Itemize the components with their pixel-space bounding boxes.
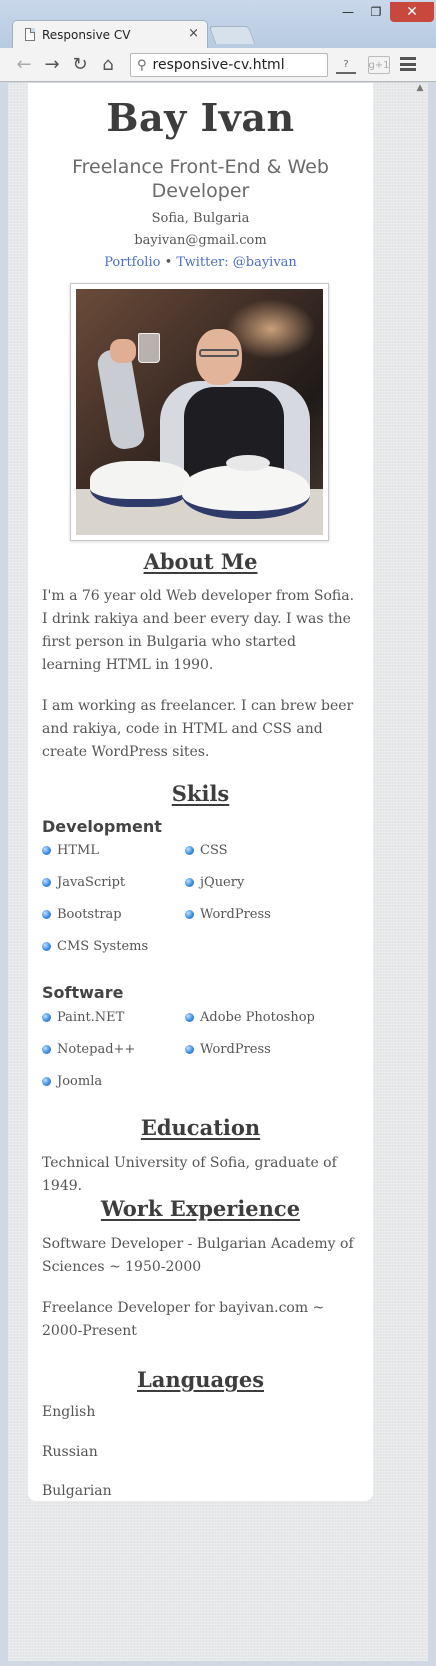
twitter-link[interactable]: Twitter: @bayivan <box>176 255 296 270</box>
skill-item: jQuery <box>185 875 325 890</box>
bullet-icon <box>42 1045 51 1054</box>
browser-toolbar: ← → ↻ ⌂ ⚲ responsive-cv.html ? g+1 <box>0 48 436 82</box>
help-extension-icon[interactable]: ? <box>336 56 356 74</box>
language-item: Bulgarian <box>42 1483 112 1499</box>
location: Sofia, Bulgaria <box>151 211 250 226</box>
email: bayivan@gmail.com <box>134 233 267 248</box>
search-icon: ⚲ <box>137 57 147 73</box>
portfolio-link[interactable]: Portfolio <box>104 255 160 270</box>
skill-item: CMS Systems <box>42 939 182 954</box>
skill-item: Notepad++ <box>42 1042 182 1057</box>
bullet-icon <box>185 1013 194 1022</box>
skill-item: Adobe Photoshop <box>185 1010 325 1025</box>
skill-item: Paint.NET <box>42 1010 182 1025</box>
tab-title: Responsive CV <box>42 27 131 42</box>
page-icon <box>25 28 35 41</box>
browser-tab[interactable]: Responsive CV × <box>12 20 208 48</box>
cv-card: Bay Ivan Freelance Front-End & Web Devel… <box>28 83 373 1501</box>
work-item: Software Developer - Bulgarian Academy o… <box>42 1236 354 1275</box>
bullet-icon <box>42 1077 51 1086</box>
work-title: Work Experience <box>100 1196 301 1221</box>
address-bar[interactable]: ⚲ responsive-cv.html <box>130 53 328 77</box>
bullet-icon <box>42 910 51 919</box>
skill-item: Bootstrap <box>42 907 182 922</box>
scroll-up-arrow-icon[interactable]: ▲ <box>414 83 426 95</box>
bullet-icon <box>42 942 51 951</box>
window-titlebar: — ❐ ✕ Responsive CV × <box>0 0 436 48</box>
maximize-button[interactable]: ❐ <box>362 2 390 22</box>
contact-links: Portfolio • Twitter: @bayivan <box>28 255 373 270</box>
skill-item: WordPress <box>185 1042 325 1057</box>
bullet-icon <box>185 910 194 919</box>
skill-item: Joomla <box>42 1074 182 1089</box>
language-item: Russian <box>42 1444 98 1460</box>
new-tab-button[interactable] <box>208 26 256 44</box>
skills-title: Skils <box>171 781 230 806</box>
headline: Freelance Front-End & Web Developer <box>72 156 329 202</box>
skill-item: WordPress <box>185 907 325 922</box>
language-item: English <box>42 1404 96 1420</box>
link-separator: • <box>160 255 177 270</box>
profile-photo <box>76 289 323 535</box>
back-button[interactable]: ← <box>12 52 36 76</box>
education-title: Education <box>140 1115 261 1140</box>
close-window-button[interactable]: ✕ <box>390 2 434 22</box>
skill-item: JavaScript <box>42 875 182 890</box>
reload-button[interactable]: ↻ <box>68 52 92 76</box>
work-item: Freelance Developer for bayivan.com ~ 20… <box>42 1300 325 1339</box>
bullet-icon <box>185 1045 194 1054</box>
google-plus-icon[interactable]: g+1 <box>368 56 390 74</box>
bullet-icon <box>42 1013 51 1022</box>
about-title: About Me <box>143 549 258 574</box>
bullet-icon <box>185 846 194 855</box>
page-viewport[interactable]: ▲ Bay Ivan Freelance Front-End & Web Dev… <box>8 83 428 1661</box>
close-tab-icon[interactable]: × <box>188 26 199 41</box>
menu-icon[interactable] <box>400 56 416 72</box>
software-title: Software <box>42 983 124 1002</box>
url-text[interactable]: responsive-cv.html <box>153 57 285 73</box>
home-button[interactable]: ⌂ <box>96 52 120 76</box>
about-paragraph-1: I'm a 76 year old Web developer from Sof… <box>42 588 355 673</box>
skill-item: HTML <box>42 843 182 858</box>
skill-item: CSS <box>185 843 325 858</box>
forward-button[interactable]: → <box>40 52 64 76</box>
minimize-button[interactable]: — <box>334 2 362 22</box>
bullet-icon <box>42 846 51 855</box>
education-text: Technical University of Sofia, graduate … <box>42 1155 337 1194</box>
page-title: Bay Ivan <box>106 95 295 140</box>
profile-photo-frame <box>70 283 329 541</box>
development-title: Development <box>42 817 162 836</box>
bullet-icon <box>42 878 51 887</box>
bullet-icon <box>185 878 194 887</box>
about-paragraph-2: I am working as freelancer. I can brew b… <box>42 698 354 760</box>
languages-title: Languages <box>136 1367 265 1392</box>
